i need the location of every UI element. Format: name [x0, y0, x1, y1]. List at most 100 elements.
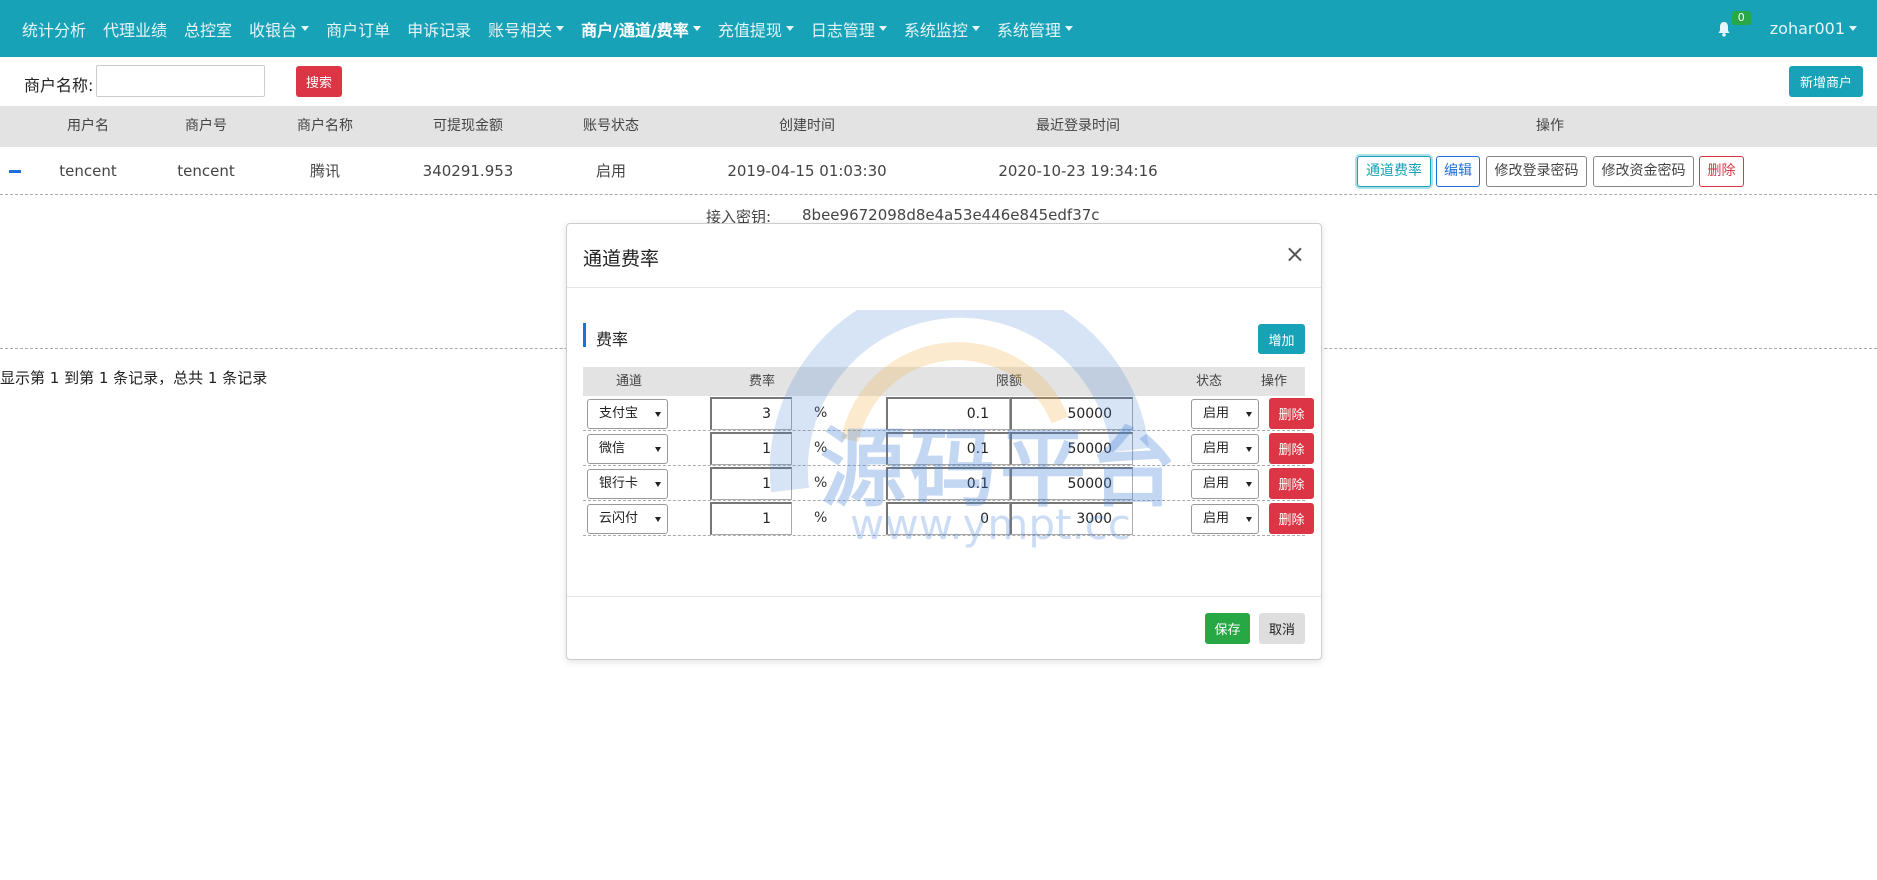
- chevron-down-icon: [655, 517, 661, 522]
- chevron-down-icon: [1246, 482, 1252, 487]
- max-limit-input[interactable]: 50000: [1010, 432, 1133, 465]
- nav-item-1[interactable]: 代理业绩: [103, 17, 167, 41]
- nav-item-10[interactable]: 系统监控: [904, 17, 980, 41]
- chevron-down-icon: [655, 482, 661, 487]
- section-title: 费率: [596, 330, 629, 349]
- col-last-login: 最近登录时间: [1036, 118, 1120, 134]
- rate-input[interactable]: 1: [710, 432, 792, 465]
- table-row: tencent tencent 腾讯 340291.953 启用 2019-04…: [0, 147, 1877, 195]
- percent-label: %: [814, 475, 828, 491]
- channel-select[interactable]: 微信: [587, 434, 668, 464]
- status-select[interactable]: 启用: [1191, 504, 1259, 534]
- delete-rate-button[interactable]: 删除: [1269, 468, 1314, 499]
- status-select-value: 启用: [1203, 476, 1230, 491]
- channel-select[interactable]: 银行卡: [587, 469, 668, 499]
- edit-button[interactable]: 编辑: [1436, 156, 1480, 187]
- nav-item-5[interactable]: 申诉记录: [407, 17, 471, 41]
- chevron-down-icon: [1246, 412, 1252, 417]
- nav-right: 0 zohar001: [1716, 0, 1857, 57]
- rate-col-status: 状态: [1195, 374, 1223, 389]
- change-fund-password-button[interactable]: 修改资金密码: [1593, 156, 1694, 187]
- username-label: zohar001: [1769, 19, 1845, 38]
- change-login-password-button[interactable]: 修改登录密码: [1486, 156, 1587, 187]
- rate-row: 云闪付 1% 0 3000 启用 删除: [583, 501, 1314, 536]
- rate-input[interactable]: 1: [710, 467, 792, 500]
- cancel-button[interactable]: 取消: [1259, 613, 1305, 644]
- nav-item-7[interactable]: 商户/通道/费率: [581, 17, 701, 41]
- collapse-icon[interactable]: [9, 170, 21, 173]
- status-select[interactable]: 启用: [1191, 399, 1259, 429]
- merchant-name-input[interactable]: [96, 65, 265, 97]
- status-select[interactable]: 启用: [1191, 469, 1259, 499]
- save-button[interactable]: 保存: [1205, 613, 1250, 644]
- cell-last-login: 2020-10-23 19:34:16: [998, 162, 1158, 180]
- nav-item-label: 商户/通道/费率: [581, 20, 689, 40]
- search-button[interactable]: 搜索: [296, 66, 342, 97]
- nav-menu: 统计分析 代理业绩 总控室 收银台 商户订单 申诉记录 账号相关 商户/通道/费率 充值提现 日志…: [0, 17, 1073, 41]
- bell-icon[interactable]: 0: [1716, 10, 1751, 37]
- min-limit-input[interactable]: 0.1: [886, 467, 1010, 500]
- add-merchant-button[interactable]: 新增商户: [1789, 66, 1863, 97]
- nav-item-0[interactable]: 统计分析: [22, 17, 86, 41]
- max-limit-input[interactable]: 50000: [1010, 397, 1133, 430]
- rate-row: 微信 1% 0.1 50000 启用 删除: [583, 431, 1314, 466]
- pagination-info: 显示第 1 到第 1 条记录，总共 1 条记录: [0, 369, 268, 387]
- close-icon[interactable]: ×: [1285, 242, 1305, 266]
- nav-item-label: 商户订单: [326, 20, 391, 40]
- rate-table-header: 通道 费率 限额 状态 操作: [583, 367, 1305, 396]
- chevron-down-icon: [655, 412, 661, 417]
- rate-col-limit: 限额: [995, 374, 1023, 389]
- bell-icon-svg: [1718, 21, 1730, 37]
- col-withdrawable: 可提现金额: [433, 118, 503, 134]
- status-select[interactable]: 启用: [1191, 434, 1259, 464]
- channel-select[interactable]: 支付宝: [587, 399, 668, 429]
- nav-item-6[interactable]: 账号相关: [488, 17, 565, 41]
- channel-select-value: 支付宝: [599, 406, 639, 421]
- rate-input[interactable]: 1: [710, 502, 792, 535]
- col-created-at: 创建时间: [779, 118, 835, 134]
- rate-col-rate: 费率: [748, 374, 776, 389]
- delete-rate-button[interactable]: 删除: [1269, 398, 1314, 429]
- nav-item-4[interactable]: 商户订单: [326, 17, 390, 41]
- min-limit-input[interactable]: 0.1: [886, 397, 1010, 430]
- col-merchant-no: 商户号: [185, 118, 227, 134]
- nav-item-label: 日志管理: [810, 20, 875, 40]
- nav-item-11[interactable]: 系统管理: [997, 17, 1073, 41]
- section-accent-bar: [583, 323, 586, 347]
- channel-rate-modal: 通道费率 × 费率 增加 通道 费率 限额 状态 操作 支付宝 3% 0.1 5000…: [566, 223, 1322, 660]
- status-select-value: 启用: [1203, 441, 1230, 456]
- rate-row: 银行卡 1% 0.1 50000 启用 删除: [583, 466, 1314, 501]
- nav-item-3[interactable]: 收银台: [249, 17, 310, 41]
- table-header: 用户名 商户号 商户名称 可提现金额 账号状态 创建时间 最近登录时间 操作: [0, 106, 1877, 147]
- nav-item-label: 代理业绩: [103, 20, 168, 40]
- delete-merchant-button[interactable]: 删除: [1699, 156, 1744, 187]
- nav-item-2[interactable]: 总控室: [184, 17, 232, 41]
- add-rate-button[interactable]: 增加: [1258, 324, 1305, 354]
- col-actions: 操作: [1536, 118, 1564, 134]
- cell-username: tencent: [59, 162, 117, 180]
- nav-item-8[interactable]: 充值提现: [718, 17, 794, 41]
- chevron-down-icon: [1849, 26, 1857, 31]
- min-limit-input[interactable]: 0.1: [886, 432, 1010, 465]
- rate-input[interactable]: 3: [710, 397, 792, 430]
- status-select-value: 启用: [1203, 511, 1230, 526]
- nav-item-9[interactable]: 日志管理: [811, 17, 887, 41]
- max-limit-input[interactable]: 50000: [1010, 467, 1133, 500]
- top-navbar: 统计分析 代理业绩 总控室 收银台 商户订单 申诉记录 账号相关 商户/通道/费率 充值提现 日志…: [0, 0, 1877, 57]
- channel-select[interactable]: 云闪付: [587, 504, 668, 534]
- chevron-down-icon: [878, 26, 887, 31]
- chevron-down-icon: [1064, 26, 1073, 31]
- nav-item-label: 收银台: [249, 20, 298, 40]
- modal-title: 通道费率: [583, 248, 660, 270]
- nav-item-label: 申诉记录: [407, 20, 472, 40]
- nav-item-label: 系统管理: [996, 20, 1061, 40]
- delete-rate-button[interactable]: 删除: [1269, 433, 1314, 464]
- user-menu[interactable]: zohar001: [1770, 19, 1857, 38]
- rate-col-channel: 通道: [615, 374, 643, 389]
- max-limit-input[interactable]: 3000: [1010, 502, 1133, 535]
- chevron-down-icon: [785, 26, 794, 31]
- min-limit-input[interactable]: 0: [886, 502, 1010, 535]
- channel-rate-button[interactable]: 通道费率: [1357, 156, 1431, 187]
- delete-rate-button[interactable]: 删除: [1269, 503, 1314, 534]
- chevron-down-icon: [655, 447, 661, 452]
